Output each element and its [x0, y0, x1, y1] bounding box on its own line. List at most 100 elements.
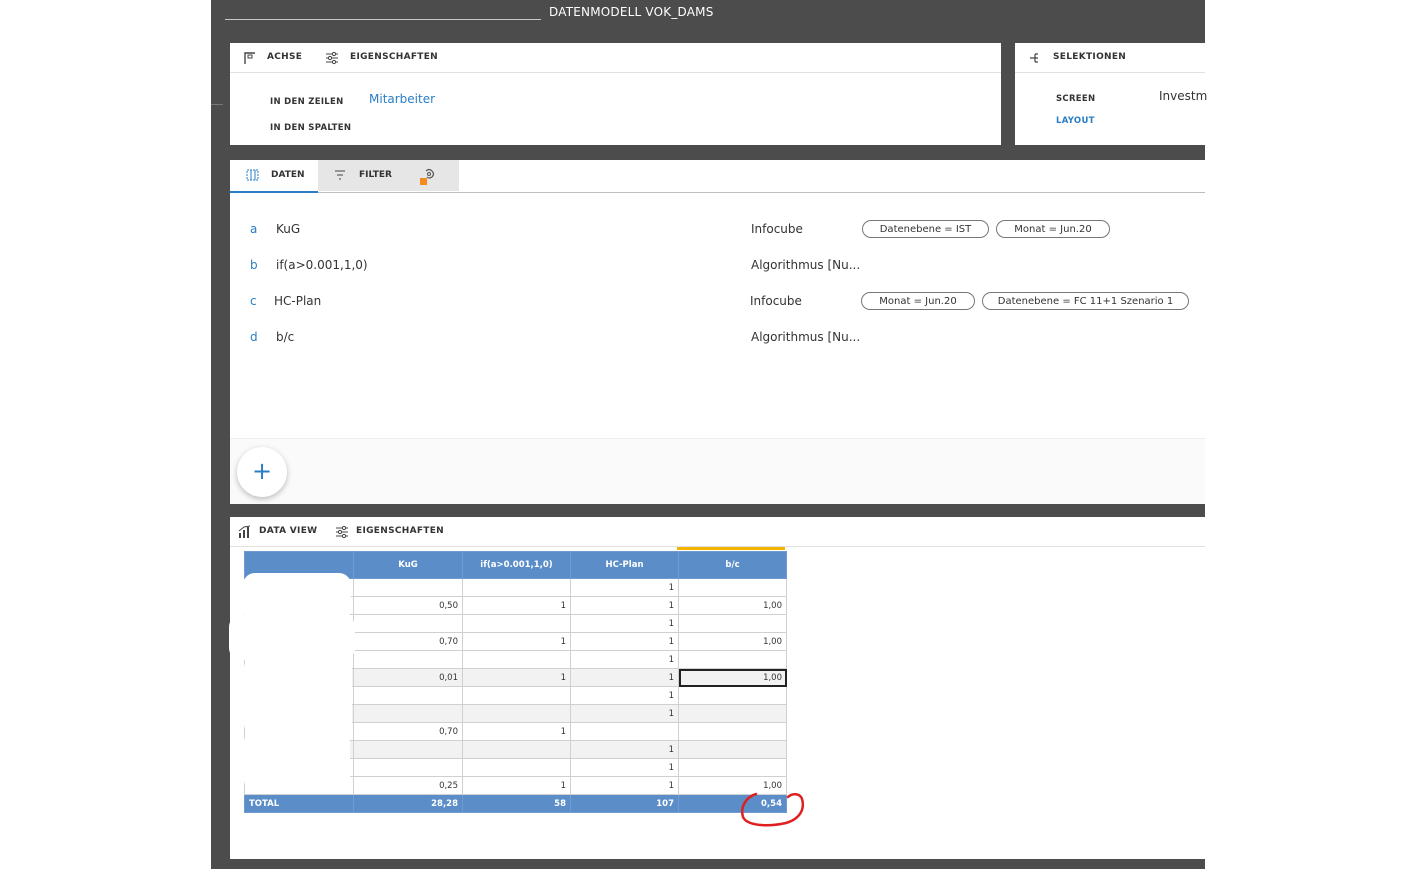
filter-pill[interactable]: Monat = Jun.20 [996, 220, 1110, 238]
title-underline [225, 19, 541, 20]
table-cell[interactable]: 1 [462, 776, 571, 795]
table-cell[interactable] [678, 686, 787, 705]
measure-name[interactable]: HC-Plan [274, 294, 321, 308]
redaction-mask [244, 656, 352, 736]
filter-icon [335, 170, 345, 180]
table-cell[interactable]: 1 [570, 776, 679, 795]
sliders-icon [326, 51, 338, 65]
table-cell[interactable]: 0,70 [353, 632, 463, 651]
screen-value[interactable]: Investm [1159, 89, 1207, 103]
table-cell[interactable] [462, 578, 571, 597]
column-header[interactable]: b/c [678, 551, 787, 579]
tab-data-view[interactable]: DATA VIEW [259, 526, 317, 536]
annotation-circle [741, 792, 804, 827]
rows-label: IN DEN ZEILEN [270, 97, 344, 107]
tab-properties[interactable]: EIGENSCHAFTEN [356, 526, 444, 536]
table-cell[interactable]: 1 [462, 668, 571, 687]
table-cell[interactable] [678, 650, 787, 669]
measure-source[interactable]: Algorithmus [Nu... [751, 258, 860, 272]
table-cell[interactable] [570, 722, 679, 741]
table-cell[interactable]: 0,70 [353, 722, 463, 741]
tab-properties[interactable]: EIGENSCHAFTEN [350, 52, 438, 62]
measure-letter: a [250, 222, 258, 236]
table-cell[interactable] [353, 578, 463, 597]
table-cell[interactable] [462, 758, 571, 777]
table-cell[interactable]: 1 [570, 668, 679, 687]
table-cell[interactable] [353, 740, 463, 759]
table-cell[interactable] [353, 758, 463, 777]
panel-footer [230, 438, 1205, 504]
screen-label: SCREEN [1056, 94, 1096, 104]
total-label[interactable]: TOTAL [244, 794, 354, 813]
table-cell[interactable]: 1 [570, 632, 679, 651]
table-cell[interactable] [462, 704, 571, 723]
layout-link[interactable]: LAYOUT [1056, 116, 1095, 126]
column-header[interactable]: KuG [353, 551, 463, 579]
measure-name[interactable]: if(a>0.001,1,0) [276, 258, 368, 272]
table-cell[interactable]: 0,50 [353, 596, 463, 615]
filter-pill[interactable]: Datenebene = IST [862, 220, 989, 238]
table-cell[interactable]: 1 [570, 650, 679, 669]
tab-daten-label: DATEN [271, 170, 305, 180]
table-cell[interactable] [462, 740, 571, 759]
measure-source[interactable]: Infocube [751, 222, 803, 236]
table-cell[interactable] [678, 722, 787, 741]
table-cell[interactable]: 1 [570, 704, 679, 723]
add-measure-button[interactable]: + [237, 447, 287, 497]
cols-label: IN DEN SPALTEN [270, 123, 352, 133]
table-cell[interactable]: 1 [570, 578, 679, 597]
measure-letter: b [250, 258, 258, 272]
table-cell[interactable]: 1 [570, 758, 679, 777]
axis-panel: ACHSE EIGENSCHAFTEN IN DEN ZEILEN Mitarb… [230, 43, 1001, 145]
table-cell[interactable] [462, 614, 571, 633]
table-cell[interactable]: 1,00 [678, 632, 787, 651]
table-cell[interactable] [353, 704, 463, 723]
redaction-mask [229, 615, 355, 660]
table-cell[interactable] [353, 650, 463, 669]
table-cell[interactable] [678, 740, 787, 759]
table-cell[interactable]: 1 [462, 722, 571, 741]
table-cell[interactable] [353, 686, 463, 705]
table-cell[interactable]: 1 [570, 686, 679, 705]
table-cell[interactable]: 1,00 [678, 668, 787, 687]
table-cell[interactable] [462, 650, 571, 669]
filter-pill[interactable]: Datenebene = FC 11+1 Szenario 1 [982, 292, 1189, 310]
table-cell[interactable] [678, 614, 787, 633]
table-cell[interactable]: 1 [570, 596, 679, 615]
filter-pill[interactable]: Monat = Jun.20 [861, 292, 975, 310]
column-header[interactable]: HC-Plan [570, 551, 679, 579]
measure-letter: d [250, 330, 258, 344]
total-cell[interactable]: 107 [570, 794, 679, 813]
divider [230, 192, 1205, 193]
total-cell[interactable]: 58 [462, 794, 571, 813]
measure-name[interactable]: KuG [276, 222, 300, 236]
measure-source[interactable]: Algorithmus [Nu... [751, 330, 860, 344]
selection-panel: SELEKTIONEN SCREEN Investm LAYOUT [1015, 43, 1207, 145]
redaction-mask [244, 730, 350, 792]
redaction-mask [243, 573, 351, 621]
axis-icon [244, 52, 255, 64]
table-cell[interactable]: 1,00 [678, 596, 787, 615]
column-header[interactable]: if(a>0.001,1,0) [462, 551, 571, 579]
table-cell[interactable]: 1 [462, 632, 571, 651]
divider [1015, 72, 1205, 73]
sliders-icon [336, 525, 348, 539]
table-cell[interactable]: 0,01 [353, 668, 463, 687]
tab-filter[interactable]: FILTER [318, 160, 459, 191]
table-cell[interactable]: 1 [462, 596, 571, 615]
settings-icon[interactable] [419, 167, 439, 186]
rows-value-link[interactable]: Mitarbeiter [369, 92, 435, 106]
tab-axis[interactable]: ACHSE [267, 52, 302, 62]
table-cell[interactable]: 1 [570, 614, 679, 633]
table-cell[interactable] [462, 686, 571, 705]
total-cell[interactable]: 28,28 [353, 794, 463, 813]
table-cell[interactable] [678, 704, 787, 723]
table-cell[interactable] [678, 758, 787, 777]
table-cell[interactable] [353, 614, 463, 633]
table-cell[interactable]: 1 [570, 740, 679, 759]
measure-name[interactable]: b/c [276, 330, 294, 344]
tab-daten[interactable]: DATEN [230, 160, 318, 193]
table-cell[interactable] [678, 578, 787, 597]
table-cell[interactable]: 0,25 [353, 776, 463, 795]
measure-source[interactable]: Infocube [750, 294, 802, 308]
